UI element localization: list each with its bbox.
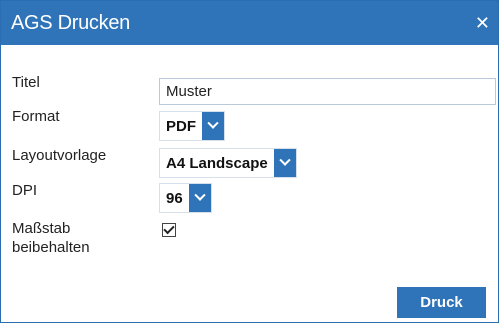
layout-select-value: A4 Landscape: [166, 154, 268, 172]
chevron-down-icon: [194, 189, 206, 201]
layout-dropdown-button[interactable]: [273, 149, 296, 177]
print-button[interactable]: Druck: [397, 287, 486, 318]
dialog-title: AGS Drucken: [11, 12, 130, 34]
format-label: Format: [12, 108, 60, 125]
scale-label-line2: beibehalten: [12, 239, 90, 256]
chevron-down-icon: [207, 117, 219, 129]
dpi-label: DPI: [12, 182, 38, 199]
format-select[interactable]: PDF: [159, 111, 225, 141]
titel-input[interactable]: [159, 78, 496, 105]
dialog-titlebar: AGS Drucken ✕: [1, 1, 498, 45]
dpi-select[interactable]: 96: [159, 183, 212, 213]
checkmark-icon: [163, 222, 175, 235]
close-icon[interactable]: ✕: [475, 14, 490, 32]
dpi-select-value: 96: [166, 189, 183, 207]
format-select-value: PDF: [166, 117, 196, 135]
scale-label-line1: Maßstab: [12, 220, 71, 237]
chevron-down-icon: [279, 154, 291, 166]
layout-select[interactable]: A4 Landscape: [159, 148, 297, 178]
keep-scale-checkbox[interactable]: [162, 222, 176, 237]
dpi-dropdown-button[interactable]: [188, 184, 211, 212]
layout-label: Layoutvorlage: [12, 147, 107, 164]
titel-label: Titel: [12, 74, 40, 91]
print-dialog: AGS Drucken ✕ Titel Format PDF Layoutvor…: [0, 0, 499, 323]
format-dropdown-button[interactable]: [202, 112, 224, 140]
